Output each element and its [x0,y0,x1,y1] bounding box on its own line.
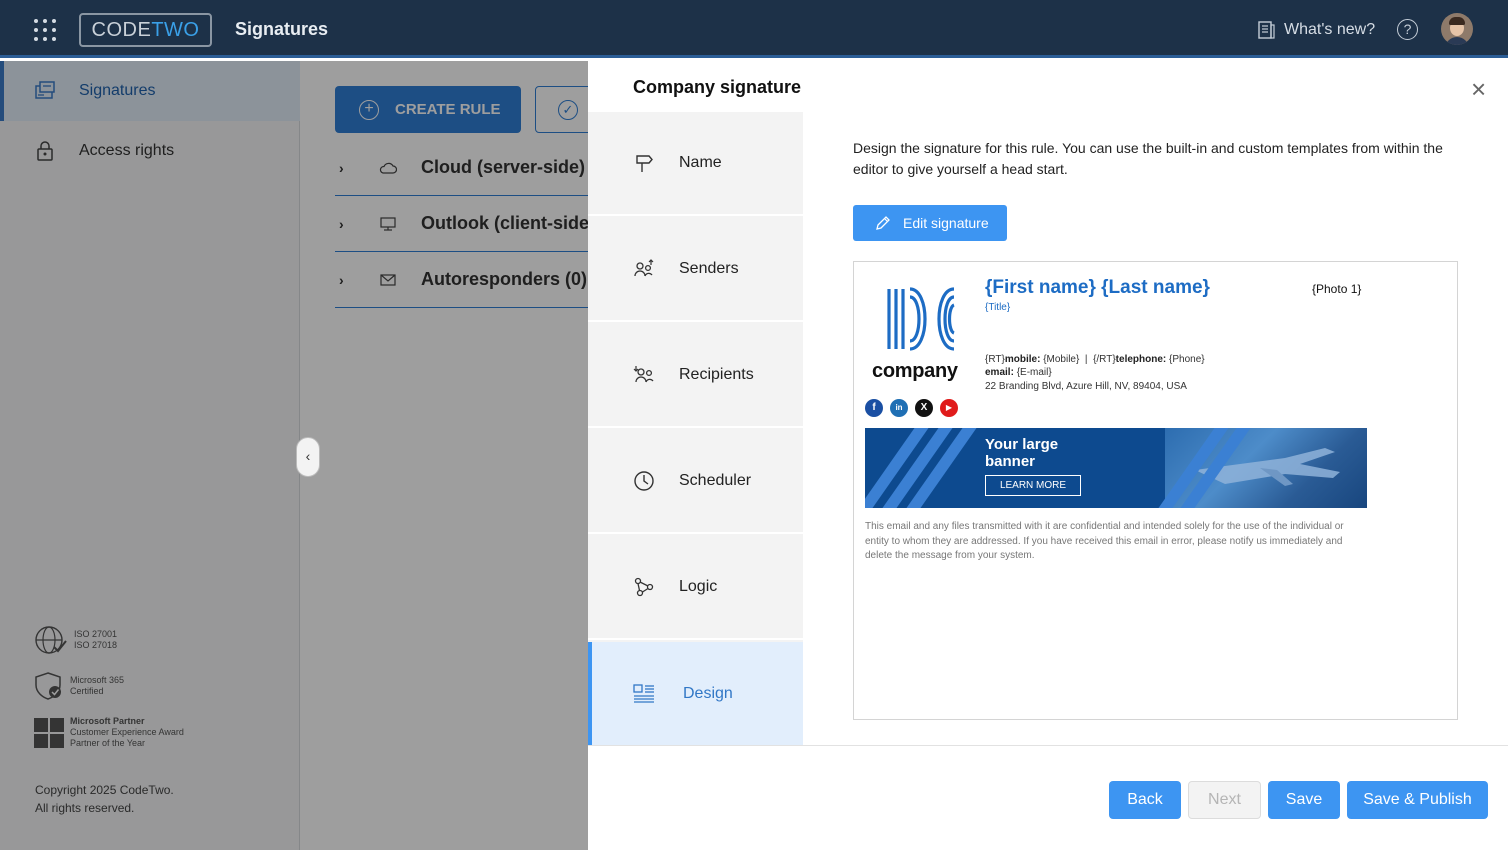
signpost-icon [636,155,653,172]
linkedin-icon: in [890,399,908,417]
step-design[interactable]: Design [588,642,803,746]
step-label: Scheduler [679,472,752,489]
step-label: Recipients [679,366,754,383]
help-icon[interactable]: ? [1397,19,1418,40]
step-label: Design [683,685,733,702]
design-icon [633,684,654,703]
step-logic[interactable]: Logic [588,536,803,640]
signature-phone-line: {RT}mobile: {Mobile} | {/RT}telephone: {… [985,354,1205,365]
design-step-content: Design the signature for this rule. You … [803,112,1508,746]
edit-signature-button[interactable]: Edit signature [853,205,1007,241]
collapse-sidebar-button[interactable]: ‹ [296,437,320,477]
step-scheduler[interactable]: Scheduler [588,430,803,534]
design-description: Design the signature for this rule. You … [853,140,1443,177]
signature-name: {First name} {Last name} [985,277,1210,298]
edit-signature-label: Edit signature [903,215,989,231]
signature-photo-placeholder: {Photo 1} [1312,282,1362,296]
step-label: Name [679,154,722,171]
panel-footer: Back Next Save Save & Publish [588,745,1508,850]
company-wordmark: company [872,360,958,382]
user-avatar[interactable] [1441,13,1473,45]
company-logo-icon [887,287,956,351]
app-launcher-icon[interactable] [34,19,56,41]
whats-new-label: What's new? [1284,21,1376,38]
codetwo-logo[interactable]: CODETWO [79,13,212,47]
youtube-icon: ▶ [940,399,958,417]
step-label: Senders [679,260,739,277]
save-publish-button[interactable]: Save & Publish [1347,781,1488,819]
facebook-icon: f [865,399,883,417]
save-button[interactable]: Save [1268,781,1340,819]
banner-headline: Your large banner [985,436,1059,470]
signature-title: {Title} [985,302,1011,313]
next-button[interactable]: Next [1188,781,1261,819]
close-icon[interactable]: × [1471,76,1486,102]
social-icons: f in X ▶ [865,399,965,417]
wizard-steps: Name Senders Recipients Scheduler Logic … [588,112,803,746]
clock-icon [634,471,654,491]
signature-email-line: email: {E-mail} [985,367,1052,378]
signature-address: 22 Branding Blvd, Azure Hill, NV, 89404,… [985,381,1187,392]
top-bar: CODETWO Signatures What's new? ? [0,0,1508,58]
pencil-icon [876,216,890,230]
panel-title: Company signature [633,77,802,97]
modal-overlay[interactable] [0,61,588,850]
signature-preview: company f in X ▶ {First name} {Last name… [853,261,1458,720]
logo-two: TWO [151,19,200,41]
step-senders[interactable]: Senders [588,218,803,322]
rule-editor-panel: Company signature × Name Senders Recipie… [588,61,1508,850]
news-icon [1258,21,1275,39]
senders-icon [634,259,654,277]
banner-learn-more: LEARN MORE [985,475,1081,496]
app-title: Signatures [235,19,329,39]
x-icon: X [915,399,933,417]
logo-code: CODE [91,19,152,41]
step-label: Logic [679,578,718,595]
recipients-icon [633,366,654,383]
step-recipients[interactable]: Recipients [588,324,803,428]
step-name[interactable]: Name [588,112,803,216]
signature-disclaimer: This email and any files transmitted wit… [865,521,1344,561]
logic-icon [634,577,654,597]
signature-banner: Your large banner LEARN MORE [865,428,1367,508]
whats-new-link[interactable]: What's new? [1256,18,1375,42]
back-button[interactable]: Back [1109,781,1181,819]
